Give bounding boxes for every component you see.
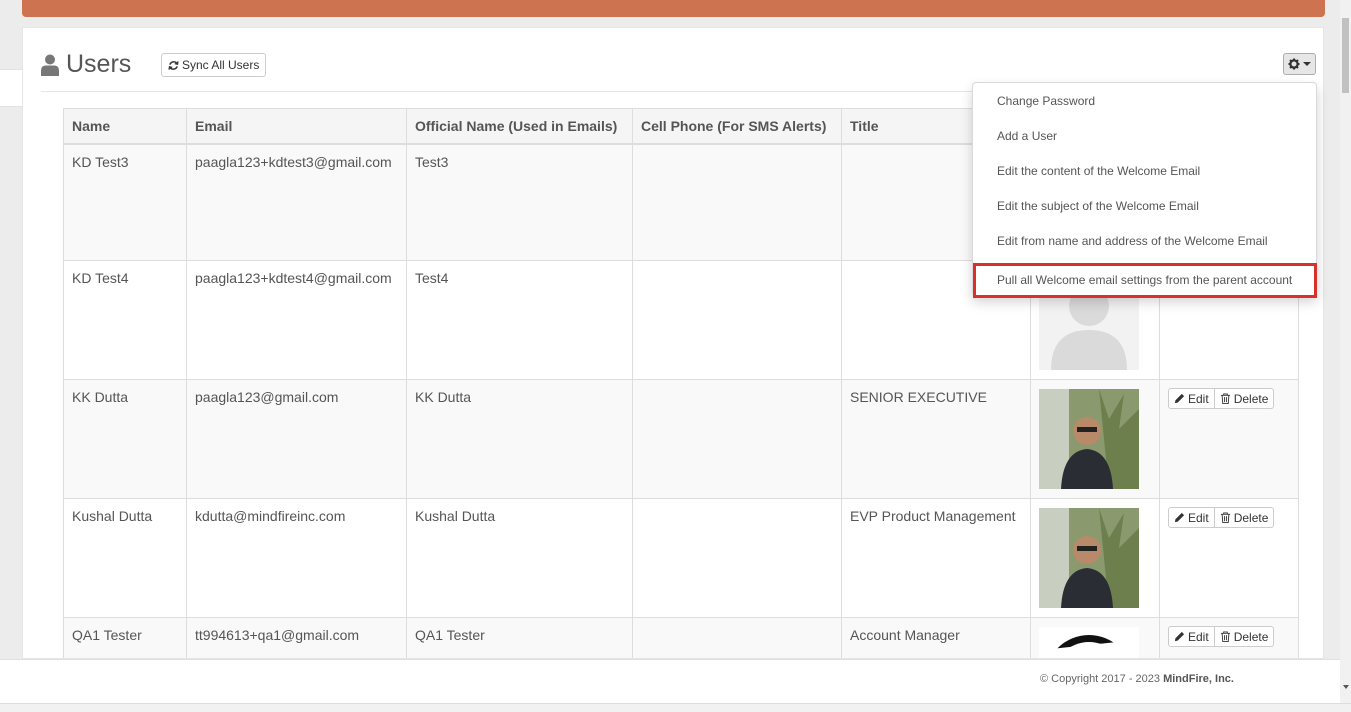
- cell-name: QA1 Tester: [63, 617, 187, 658]
- menu-item-edit-welcome-content[interactable]: Edit the content of the Welcome Email: [973, 158, 1316, 193]
- sync-all-users-label: Sync All Users: [182, 58, 260, 72]
- trash-icon: [1220, 631, 1230, 642]
- pencil-icon: [1174, 631, 1185, 642]
- refresh-icon: [168, 60, 179, 70]
- vertical-scrollbar[interactable]: [1340, 0, 1351, 703]
- edit-label: Edit: [1188, 391, 1209, 406]
- delete-button[interactable]: Delete: [1214, 388, 1275, 409]
- cell-phone: [632, 617, 842, 658]
- cell-phone: [632, 379, 842, 499]
- edit-button[interactable]: Edit: [1168, 626, 1215, 647]
- table-row: QA1 Tester tt994613+qa1@gmail.com QA1 Te…: [63, 617, 1299, 658]
- cell-photo: [1030, 498, 1160, 618]
- page-title: Users: [41, 50, 131, 79]
- user-icon: [41, 54, 59, 76]
- pencil-icon: [1174, 393, 1185, 404]
- cell-email: paagla123@gmail.com: [186, 379, 407, 499]
- page-title-text: Users: [66, 50, 132, 78]
- scroll-down-arrow-icon[interactable]: [1343, 685, 1349, 689]
- cell-official-name: KK Dutta: [406, 379, 633, 499]
- delete-label: Delete: [1233, 629, 1269, 644]
- pencil-icon: [1174, 512, 1185, 523]
- trash-icon: [1220, 512, 1230, 523]
- cell-official-name: Test4: [406, 260, 633, 380]
- column-header-email[interactable]: Email: [186, 108, 407, 145]
- cell-phone: [632, 498, 842, 618]
- cell-phone: [632, 143, 842, 261]
- cell-official-name: QA1 Tester: [406, 617, 633, 658]
- cell-photo: [1030, 379, 1160, 499]
- menu-item-edit-welcome-subject[interactable]: Edit the subject of the Welcome Email: [973, 193, 1316, 228]
- edit-label: Edit: [1188, 629, 1209, 644]
- column-header-name[interactable]: Name: [63, 108, 187, 145]
- column-header-cell-phone[interactable]: Cell Phone (For SMS Alerts): [632, 108, 842, 145]
- delete-button[interactable]: Delete: [1214, 626, 1275, 647]
- table-row: KK Dutta paagla123@gmail.com KK Dutta SE…: [63, 379, 1299, 499]
- top-accent-bar: [22, 0, 1325, 17]
- copyright-text: © Copyright 2017 - 2023 MindFire, Inc.: [1040, 673, 1234, 685]
- cell-name: KD Test3: [63, 143, 187, 261]
- company-name: MindFire, Inc.: [1163, 673, 1234, 685]
- cell-email: tt994613+qa1@gmail.com: [186, 617, 407, 658]
- footer: © Copyright 2017 - 2023 MindFire, Inc.: [0, 659, 1340, 703]
- trash-icon: [1220, 393, 1230, 404]
- window-bottom-edge: [0, 703, 1351, 712]
- cell-title: SENIOR EXECUTIVE: [841, 379, 1031, 499]
- gear-icon: [1288, 58, 1300, 70]
- table-row: Kushal Dutta kdutta@mindfireinc.com Kush…: [63, 498, 1299, 618]
- delete-label: Delete: [1233, 391, 1269, 406]
- cell-actions: Edit Delete: [1159, 617, 1299, 658]
- avatar-logo: [1039, 627, 1139, 658]
- delete-label: Delete: [1233, 510, 1269, 525]
- copyright-prefix: © Copyright 2017 - 2023: [1040, 673, 1164, 685]
- cell-official-name: Test3: [406, 143, 633, 261]
- cell-email: paagla123+kdtest3@gmail.com: [186, 143, 407, 261]
- cell-actions: Edit Delete: [1159, 498, 1299, 618]
- edit-button[interactable]: Edit: [1168, 388, 1215, 409]
- cell-official-name: Kushal Dutta: [406, 498, 633, 618]
- cell-name: KD Test4: [63, 260, 187, 380]
- scrollbar-thumb[interactable]: [1342, 18, 1349, 93]
- settings-dropdown-menu: Change Password Add a User Edit the cont…: [972, 82, 1317, 298]
- menu-item-edit-welcome-from[interactable]: Edit from name and address of the Welcom…: [973, 228, 1316, 263]
- cell-phone: [632, 260, 842, 380]
- menu-item-change-password[interactable]: Change Password: [973, 88, 1316, 123]
- edit-button[interactable]: Edit: [1168, 507, 1215, 528]
- cell-title: Account Manager: [841, 617, 1031, 658]
- menu-item-add-user[interactable]: Add a User: [973, 123, 1316, 158]
- chevron-down-icon: [1303, 62, 1311, 66]
- cell-name: Kushal Dutta: [63, 498, 187, 618]
- settings-dropdown-button[interactable]: [1283, 53, 1316, 75]
- cell-email: paagla123+kdtest4@gmail.com: [186, 260, 407, 380]
- cell-actions: Edit Delete: [1159, 379, 1299, 499]
- cell-title: EVP Product Management: [841, 498, 1031, 618]
- cell-email: kdutta@mindfireinc.com: [186, 498, 407, 618]
- avatar-photo: [1039, 508, 1139, 608]
- avatar-photo: [1039, 389, 1139, 489]
- delete-button[interactable]: Delete: [1214, 507, 1275, 528]
- edit-label: Edit: [1188, 510, 1209, 525]
- column-header-official-name[interactable]: Official Name (Used in Emails): [406, 108, 633, 145]
- cell-photo: [1030, 617, 1160, 658]
- sync-all-users-button[interactable]: Sync All Users: [161, 53, 267, 77]
- cell-name: KK Dutta: [63, 379, 187, 499]
- menu-item-pull-welcome-settings[interactable]: Pull all Welcome email settings from the…: [973, 263, 1317, 298]
